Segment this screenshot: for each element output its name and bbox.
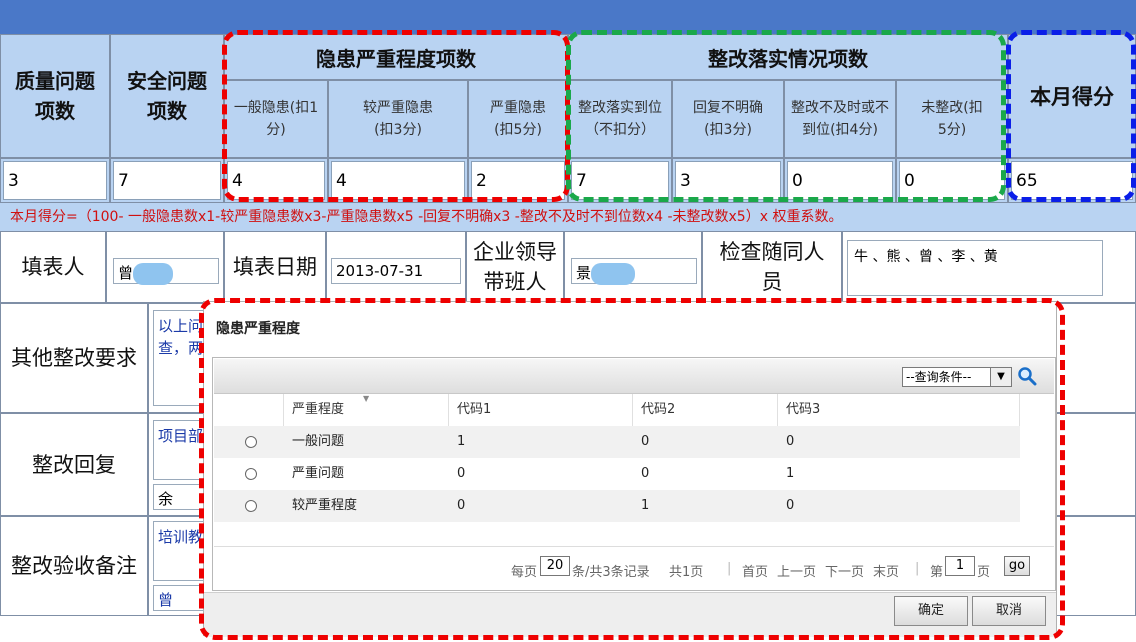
acceptance-person: 曾: [158, 591, 174, 609]
companion-label: 检查随同人员: [702, 231, 842, 303]
filler-cell: 曾: [106, 231, 224, 303]
score-formula: 本月得分=（100- 一般隐患数x1-较严重隐患数x3-严重隐患数x5 -回复不…: [0, 203, 1136, 231]
header-safety-label: 安全问题项数: [127, 69, 207, 123]
companion-cell: 牛 、熊 、曾 、李 、黄: [842, 231, 1136, 303]
annotation-severity-highlight: [222, 30, 570, 202]
value-cell-quality: [0, 158, 110, 203]
other-requirements-text: 以上问查，两: [158, 317, 204, 357]
filler-value: 曾: [118, 264, 134, 282]
rectify-reply-person: 余: [158, 490, 174, 508]
value-cell-safety: [110, 158, 224, 203]
other-requirements-label: 其他整改要求: [0, 303, 148, 413]
annotation-rectify-highlight: [566, 30, 1006, 202]
leader-input[interactable]: 景: [571, 258, 697, 285]
date-label: 填表日期: [224, 231, 326, 303]
leader-value: 景: [576, 264, 592, 282]
top-banner: [0, 0, 1136, 34]
companion-value: 牛 、熊 、曾 、李 、黄: [854, 249, 998, 265]
quality-count-input[interactable]: [3, 161, 107, 200]
date-input[interactable]: 2013-07-31: [331, 258, 461, 284]
acceptance-label: 整改验收备注: [0, 516, 148, 616]
filler-input[interactable]: 曾: [113, 258, 219, 285]
companion-input[interactable]: 牛 、熊 、曾 、李 、黄: [847, 240, 1103, 296]
header-quality-label: 质量问题项数: [15, 69, 95, 123]
redaction-blur: [133, 262, 174, 285]
safety-count-input[interactable]: [113, 161, 221, 200]
annotation-dialog-highlight: [199, 298, 1065, 640]
annotation-score-highlight: [1006, 30, 1136, 202]
rectify-reply-text: 项目部: [158, 427, 204, 445]
redaction-blur: [591, 262, 636, 285]
leader-label: 企业领导带班人: [466, 231, 564, 303]
date-cell: 2013-07-31: [326, 231, 466, 303]
acceptance-text: 培训教: [158, 528, 204, 546]
leader-cell: 景: [564, 231, 702, 303]
header-quality-issues: 质量问题项数: [0, 34, 110, 158]
date-value: 2013-07-31: [336, 262, 424, 280]
filler-label: 填表人: [0, 231, 106, 303]
rectify-reply-label: 整改回复: [0, 413, 148, 516]
header-safety-issues: 安全问题项数: [110, 34, 224, 158]
